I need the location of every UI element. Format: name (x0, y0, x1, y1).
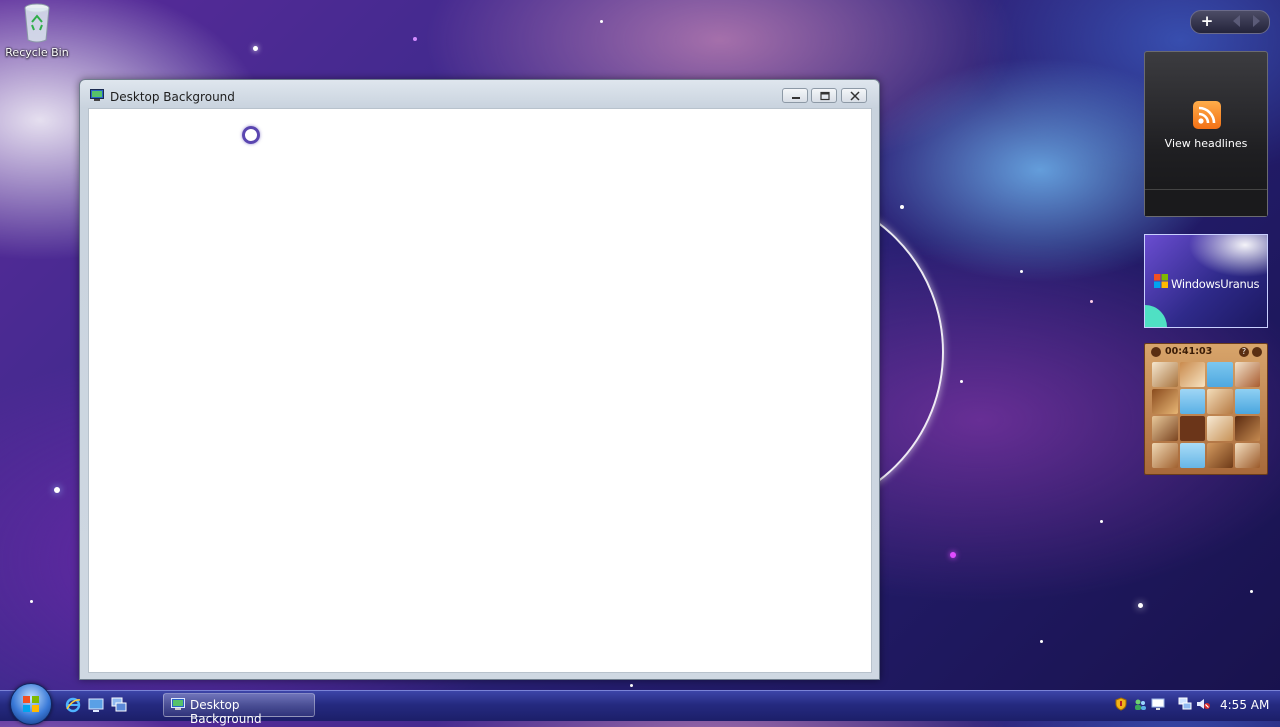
desktop-background-window: Desktop Background (79, 79, 880, 680)
puzzle-tile[interactable] (1179, 443, 1205, 468)
windows-flag-icon (1153, 273, 1169, 289)
taskbar-button-label: Desktop Background (190, 698, 262, 726)
puzzle-tile[interactable] (1152, 389, 1178, 414)
puzzle-tile[interactable] (1152, 443, 1178, 468)
puzzle-tile[interactable] (1234, 362, 1260, 387)
window-title: Desktop Background (110, 90, 235, 104)
puzzle-tile[interactable] (1152, 362, 1178, 387)
picture-puzzle-gadget[interactable]: 00:41:03 ? (1144, 343, 1268, 475)
close-button[interactable] (841, 88, 867, 103)
next-arrow-icon[interactable] (1253, 15, 1260, 27)
window-titlebar[interactable]: Desktop Background (80, 80, 879, 108)
close-icon (850, 91, 860, 101)
puzzle-tile[interactable] (1152, 416, 1178, 441)
slideshow-caption: WindowsUranus (1171, 277, 1260, 291)
plus-icon[interactable]: + (1197, 13, 1217, 29)
recycle-bin-icon (22, 2, 52, 44)
slideshow-gadget[interactable]: WindowsUranus (1144, 234, 1268, 328)
view-headlines-label[interactable]: View headlines (1145, 137, 1267, 150)
puzzle-tile[interactable] (1179, 362, 1205, 387)
puzzle-empty-slot (1179, 416, 1205, 441)
switch-windows-icon[interactable] (111, 697, 127, 713)
show-desktop-icon[interactable] (88, 697, 104, 713)
puzzle-tile[interactable] (1234, 416, 1260, 441)
rss-icon (1193, 101, 1221, 129)
recycle-bin-label: Recycle Bin (5, 46, 69, 59)
puzzle-toolbar: 00:41:03 ? (1149, 346, 1263, 359)
taskbar-clock[interactable]: 4:55 AM (1220, 698, 1269, 712)
maximize-button[interactable] (811, 88, 837, 103)
show-picture-icon[interactable] (1252, 347, 1262, 357)
feed-headlines-gadget[interactable]: View headlines (1144, 51, 1268, 217)
puzzle-tile[interactable] (1207, 416, 1233, 441)
volume-muted-icon[interactable] (1196, 697, 1210, 711)
puzzle-tile[interactable] (1179, 389, 1205, 414)
busy-cursor-icon (242, 126, 260, 144)
security-shield-icon[interactable] (1114, 697, 1128, 711)
help-icon[interactable]: ? (1239, 347, 1249, 357)
monitor-icon (90, 89, 104, 101)
puzzle-tile[interactable] (1207, 443, 1233, 468)
window-content (88, 108, 872, 673)
taskbar-button-desktop-background[interactable]: Desktop Background (163, 693, 315, 726)
internet-explorer-icon[interactable] (65, 697, 81, 713)
puzzle-timer: 00:41:03 (1165, 346, 1213, 357)
previous-arrow-icon[interactable] (1233, 15, 1240, 27)
puzzle-grid (1152, 362, 1260, 468)
minimize-icon (792, 97, 800, 99)
monitor-icon (171, 698, 185, 711)
network-icon[interactable] (1178, 697, 1192, 711)
slideshow-accent (1145, 305, 1167, 327)
puzzle-tile[interactable] (1207, 389, 1233, 414)
windows-orb-icon[interactable] (10, 683, 52, 725)
puzzle-tile[interactable] (1234, 443, 1260, 468)
minimize-button[interactable] (782, 88, 808, 103)
recycle-bin-shortcut[interactable]: Recycle Bin (4, 2, 70, 59)
feed-gadget-footer (1145, 189, 1267, 216)
maximize-icon (820, 91, 830, 101)
sidebar-controls: + (1190, 10, 1270, 34)
users-icon[interactable] (1133, 697, 1147, 711)
puzzle-back-icon[interactable] (1151, 347, 1161, 357)
puzzle-tile[interactable] (1207, 362, 1233, 387)
puzzle-tile[interactable] (1234, 389, 1260, 414)
display-icon[interactable] (1151, 697, 1165, 711)
